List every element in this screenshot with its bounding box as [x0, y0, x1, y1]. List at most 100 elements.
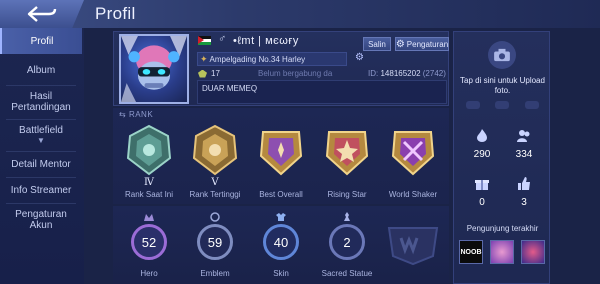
rank-current-label: Rank Saat Ini [124, 190, 174, 199]
rank-highest-badge[interactable]: Ⅴ Rank Tertinggi [183, 122, 247, 204]
sidebar-item-label: Album [26, 64, 56, 76]
rising-star-label: Rising Star [327, 190, 367, 199]
recent-visitors-row: NOOB [459, 240, 545, 266]
rank-current-badge[interactable]: Ⅳ Rank Saat Ini [117, 122, 181, 204]
stat-hero[interactable]: 52 Hero [117, 212, 181, 284]
id-label: ID: [368, 69, 379, 78]
recent-visitor-avatar[interactable] [521, 240, 545, 264]
stat-emblem[interactable]: 59 Emblem [183, 212, 247, 284]
skin-label: Skin [273, 269, 289, 278]
hero-label: Hero [140, 269, 158, 278]
level-icon [198, 69, 207, 78]
player-id-row: ID: 148165202 (2742) [368, 69, 446, 78]
world-shaker-badge[interactable]: World Shaker [381, 122, 445, 204]
rank-highest-division: Ⅴ [211, 177, 219, 188]
sacred-statue-count: 2 [329, 224, 365, 260]
back-arrow-icon [27, 6, 57, 22]
rank-highest-icon [192, 124, 238, 176]
sidebar-item-album[interactable]: Album [0, 57, 82, 83]
camera-icon [494, 48, 510, 62]
sidebar-item-pengaturan-akun[interactable]: Pengaturan Akun [0, 205, 82, 235]
sidebar-item-label: Hasil Pertandingan [11, 91, 71, 113]
title-badge-icon: ✦ [200, 53, 208, 64]
squad-status: Belum bergabung da [258, 69, 333, 78]
chevron-down-icon: ▼ [37, 136, 45, 145]
popularity-count: 290 [473, 149, 491, 160]
top-bar: Profil [0, 0, 600, 28]
skin-icon [276, 213, 286, 221]
followers-count: 334 [515, 149, 533, 160]
photo-slot[interactable] [465, 101, 480, 109]
upload-photo-text[interactable]: Tap di sini untuk Upload foto. [458, 76, 547, 96]
thumbs-up-icon [518, 177, 530, 190]
rising-star-badge[interactable]: Rising Star [315, 122, 379, 204]
recent-visitor-avatar[interactable]: NOOB [459, 240, 483, 264]
sidebar-item-label: Info Streamer [10, 184, 72, 196]
profile-panel: ♂ •ℓmt | мєωғу Salin ⚙ Pengaturan ✦ Ampe… [113, 31, 449, 106]
gifts-stat[interactable]: 0 [462, 177, 502, 208]
sidebar-item-battlefield[interactable]: Battlefield ▼ [0, 121, 82, 149]
best-overall-label: Best Overall [259, 190, 303, 199]
popularity-stat[interactable]: 290 [462, 129, 502, 160]
photo-slot[interactable] [495, 101, 510, 109]
photo-slot[interactable] [525, 101, 540, 109]
followers-icon [517, 130, 530, 142]
fire-icon [477, 129, 487, 142]
sacred-statue-label: Sacred Statue [321, 269, 373, 278]
rank-current-division: Ⅳ [144, 177, 154, 188]
right-panel: Tap di sini untuk Upload foto. 290 334 0… [453, 31, 550, 284]
settings-button[interactable]: ⚙ Pengaturan [395, 37, 449, 51]
rank-heading: ⇆ RANK [119, 110, 154, 119]
player-name: •ℓmt | мєωғу [233, 35, 299, 47]
sidebar-item-profil[interactable]: Profil [0, 28, 82, 54]
hero-title-row[interactable]: ✦ Ampelgading No.34 Harley ⚙ [197, 52, 364, 66]
followers-stat[interactable]: 334 [504, 129, 544, 160]
gifts-count: 0 [479, 197, 485, 208]
country-flag-icon [198, 36, 211, 45]
male-gender-icon: ♂ [218, 33, 227, 45]
sidebar-item-detail-mentor[interactable]: Detail Mentor [0, 153, 82, 175]
bio-text[interactable]: DUAR MEMEQ [197, 80, 447, 104]
back-button[interactable] [0, 0, 84, 28]
stat-sacred-statue[interactable]: 2 Sacred Statue [315, 212, 379, 284]
stat-skin[interactable]: 40 Skin [249, 212, 313, 284]
sidebar-item-label: Profil [30, 35, 54, 47]
sidebar-item-label: Detail Mentor [11, 158, 71, 170]
emblem-count: 59 [197, 224, 233, 260]
best-overall-badge[interactable]: Best Overall [249, 122, 313, 204]
gear-icon: ⚙ [395, 38, 405, 50]
statue-icon [344, 212, 350, 221]
recent-visitor-text: NOOB [460, 248, 482, 256]
stats-panel: 52 Hero 59 Emblem 40 Skin 2 Sacred Statu… [113, 206, 449, 284]
level-row: 17 [198, 69, 220, 78]
player-id: 148165202 [380, 69, 421, 78]
page-title: Profil [95, 4, 136, 23]
recent-visitor-avatar[interactable] [490, 240, 514, 264]
recent-visitors-title: Pengunjung terakhir [466, 224, 539, 233]
emblem-label: Emblem [200, 269, 230, 278]
settings-button-label: Pengaturan [406, 39, 449, 49]
hero-icon [144, 214, 154, 221]
sidebar: Profil Album Hasil Pertandingan Battlefi… [0, 28, 84, 284]
hero-title: Ampelgading No.34 Harley [209, 54, 306, 64]
mcl-logo-icon [387, 227, 439, 266]
hero-portrait-image [121, 36, 187, 102]
rising-star-icon [325, 131, 369, 176]
avatar[interactable] [119, 34, 189, 104]
upload-photo-button[interactable] [488, 41, 516, 69]
thumbs-count: 3 [521, 197, 527, 208]
sidebar-item-info-streamer[interactable]: Info Streamer [0, 179, 82, 201]
rank-highest-label: Rank Tertinggi [189, 190, 241, 199]
rank-current-icon [126, 124, 172, 176]
emblem-icon [210, 212, 220, 222]
swap-icon: ⇆ [119, 110, 127, 119]
rank-panel: ⇆ RANK Ⅳ Rank Saat Ini Ⅴ Rank Tertinggi … [113, 108, 449, 204]
copy-button[interactable]: Salin [363, 37, 391, 51]
server-id: (2742) [422, 69, 446, 78]
thumbs-stat[interactable]: 3 [504, 177, 544, 208]
best-overall-icon [259, 131, 303, 176]
sidebar-item-label: Battlefield [19, 125, 63, 136]
mcl-emblem [381, 212, 445, 284]
sidebar-item-hasil-pertandingan[interactable]: Hasil Pertandingan [0, 87, 82, 117]
edit-title-gear-icon[interactable]: ⚙ [355, 52, 364, 63]
